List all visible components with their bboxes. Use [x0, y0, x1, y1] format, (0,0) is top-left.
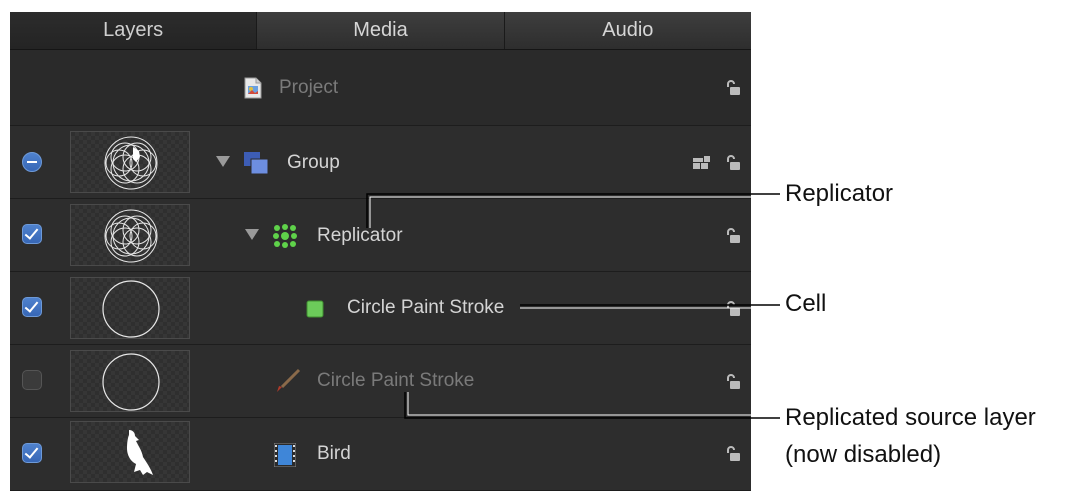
annotation-source-line2: (now disabled): [785, 441, 942, 468]
annotation-replicator: Replicator: [785, 180, 894, 207]
callout-line-replicator: [366, 193, 780, 228]
annotation-source-line1: Replicated source layer: [785, 404, 1036, 431]
callout-line-source: [404, 392, 780, 419]
annotation-cell: Cell: [785, 290, 827, 317]
